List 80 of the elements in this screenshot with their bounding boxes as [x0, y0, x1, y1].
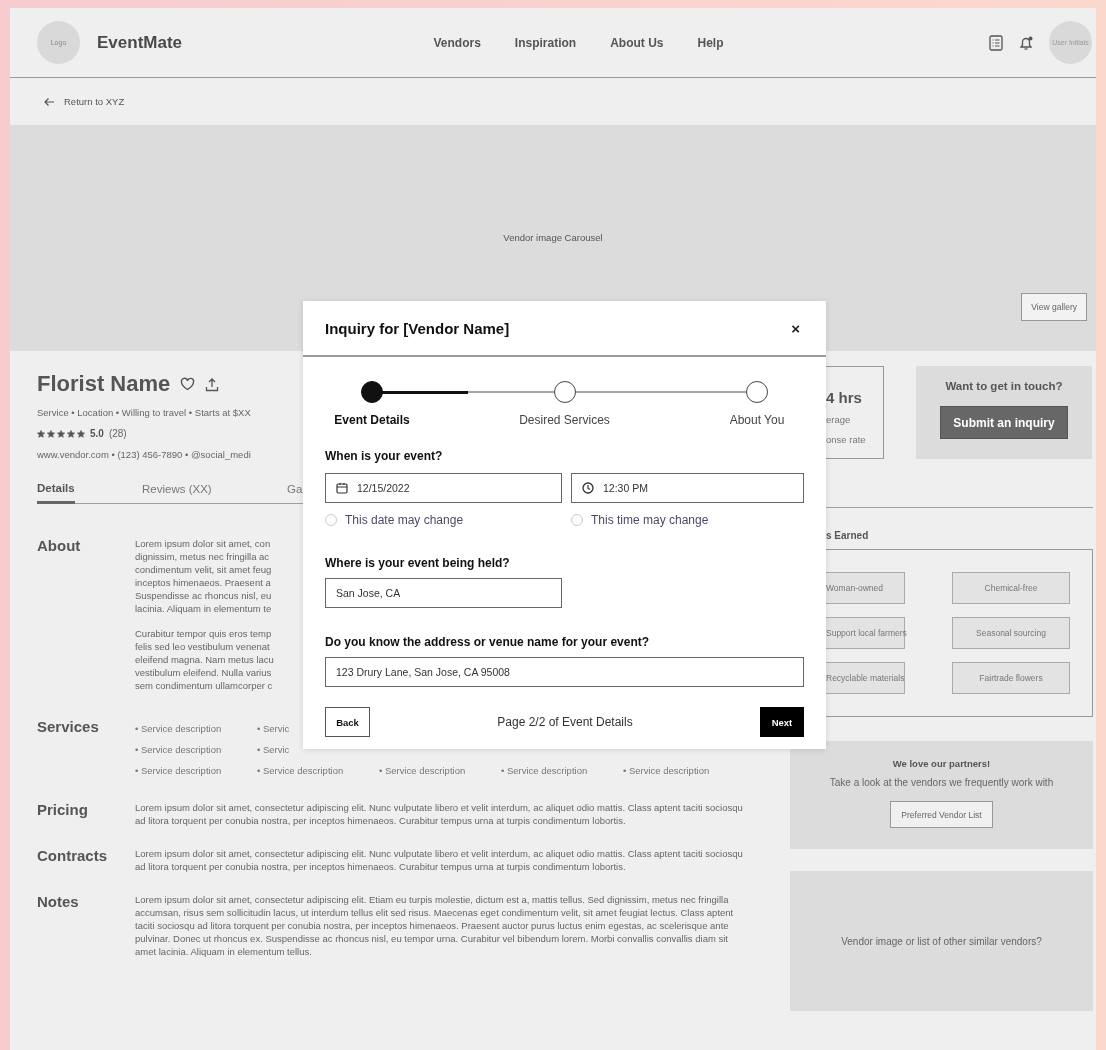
nav-link[interactable]: Help	[697, 35, 724, 50]
nav-link[interactable]: About Us	[610, 35, 664, 50]
badge: Recyclable materials	[826, 662, 905, 694]
service-item: • Servic	[257, 722, 290, 734]
tab[interactable]: Reviews (XX)	[142, 482, 212, 503]
radio-label: This date may change	[345, 513, 464, 527]
question-label: Where is your event being held?	[325, 556, 511, 570]
card-text: Take a look at the vendors we frequently work with	[829, 777, 1054, 788]
star-icon	[47, 429, 55, 438]
service-item: • Servic	[257, 743, 290, 755]
star-icon	[37, 429, 45, 438]
badge: Woman-owned	[826, 572, 905, 604]
rating-value: 5.0	[90, 428, 104, 439]
placeholder-text: Vendor image or list of other similar vendors?	[841, 935, 1042, 947]
section-title: About	[37, 536, 82, 554]
nav-link[interactable]: Vendors	[433, 35, 481, 50]
section-title: Pricing	[37, 800, 89, 818]
calendar-icon	[336, 482, 348, 494]
service-item: • Service description	[135, 722, 222, 734]
clock-icon	[582, 482, 594, 494]
back-link[interactable]: Return to XYZ	[64, 96, 125, 107]
time-field[interactable]: 12:30 PM	[571, 473, 804, 503]
share-icon[interactable]	[205, 376, 220, 392]
section-text: Lorem ipsum dolor sit amet, consectetur adipiscing elit. Nunc vulputate libero et velit interdum, ac aliquet odio mattis. Class aptent taciti sociosqu ad litora torquent per conubia nostra, per inceptos himenaeos. Curabitur tempus urna at turpis condimentum lobortis.	[135, 846, 743, 873]
heart-icon[interactable]	[180, 377, 196, 391]
tab[interactable]: Details	[37, 482, 75, 504]
view-gallery-button[interactable]: View gallery	[1021, 293, 1087, 321]
badges-title: s Earned	[826, 530, 870, 541]
service-item: • Service description	[501, 764, 588, 776]
vendor-contact: www.vendor.com • (123) 456-7890 • @social_medi	[37, 449, 251, 460]
section-text: Lorem ipsum dolor sit amet, consectetur adipiscing elit. Nunc vulputate libero et velit interdum, ac aliquet odio mattis. Class aptent taciti sociosqu ad litora torquent per conubia nostra, per inceptos himenaeos. Curabitur tempus urna at turpis condimentum lobortis.	[135, 800, 743, 827]
carousel-label: Vendor image Carousel	[503, 231, 603, 243]
close-button[interactable]: ×	[787, 319, 804, 337]
date-field[interactable]: 12/15/2022	[325, 473, 562, 503]
paragraph: Lorem ipsum dolor sit amet, con dignissim, metus nec fringilla ac condimentum velit, sit amet feug inceptos himenaeos. Praesent a Suspendisse ac rhoncus nisl, eu lacinia. Aliquam in elementum te	[135, 536, 272, 615]
question-label: When is your event?	[325, 449, 444, 463]
service-item: • Service description	[135, 743, 222, 755]
page-indicator: Page 2/2 of Event Details	[497, 715, 633, 729]
vendor-name: Florist Name	[37, 371, 171, 397]
checklist-icon[interactable]	[989, 34, 1003, 51]
radio-label: This time may change	[591, 513, 709, 527]
section-title: Services	[37, 717, 100, 735]
nav-link[interactable]: Inspiration	[514, 35, 577, 50]
service-item: • Service description	[379, 764, 466, 776]
tab[interactable]: Ga	[287, 482, 303, 503]
badge: Chemical-free	[952, 572, 1070, 604]
vendor-meta: Service • Location • Willing to travel • Starts at $XX	[37, 407, 251, 418]
star-icon	[67, 429, 75, 438]
brand-name: EventMate	[97, 32, 183, 53]
service-item: • Service description	[257, 764, 344, 776]
submit-inquiry-button[interactable]: Submit an inquiry	[940, 406, 1068, 439]
star-icon	[57, 429, 65, 438]
bell-icon[interactable]	[1018, 34, 1034, 51]
back-button[interactable]: Back	[325, 707, 370, 737]
review-count: (28)	[108, 428, 127, 439]
response-time: 4 hrs	[826, 389, 863, 406]
badge: Seasonal sourcing	[952, 617, 1070, 649]
section-title: Notes	[37, 892, 80, 910]
preferred-vendor-button[interactable]: Preferred Vendor List	[890, 801, 993, 828]
card-title: We love our partners!	[892, 758, 991, 769]
step-label: Event Details	[334, 413, 410, 427]
response-caption: onse rate	[826, 433, 867, 446]
section-text: Lorem ipsum dolor sit amet, consectetur adipiscing elit. Etiam eu turpis molestie, dictum est a, mattis tellus. Sed dignissim, metus nec fringilla accumsan, risus sem sollicitudin lacus, ut interdum tellus elit sed risus. Maecenas eget condimentum velit, sit amet feugiat lectus. Class aptent taciti sociosqu ad litora torquent per conubia nostra, per inceptos himenaeos. Praesent auctor purus luctus enim egestas, ac scelerisque ante pulvinar. Donec ut rhoncus ex. Suspendisse ac rhoncus nisl, eu tempor urna. Curabitur vel bibendum lorem. Morbi convallis convallis diam sit amet lacinia. Aliquam in elementum tellus.	[135, 892, 735, 958]
location-field[interactable]: San Jose, CA	[325, 578, 562, 608]
response-caption: erage	[826, 413, 852, 426]
paragraph: Curabitur tempor quis eros temp felis sed leo vestibulum venenat eleifend magna. Nam metus lacu vestibulum eleifend. Nulla varius sem condimentum ullamcorper c	[135, 626, 274, 692]
step-label: About You	[729, 413, 785, 427]
service-item: • Service description	[623, 764, 710, 776]
section-title: Contracts	[37, 846, 108, 864]
badge: Support local farmers	[826, 617, 905, 649]
venue-field[interactable]: 123 Drury Lane, San Jose, CA 95008	[325, 657, 804, 687]
question-label: Do you know the address or venue name for your event?	[325, 635, 651, 649]
step-label: Desired Services	[519, 413, 610, 427]
card-title: Want to get in touch?	[945, 380, 1063, 392]
star-icon	[77, 429, 85, 438]
dialog-title: Inquiry for [Vendor Name]	[325, 319, 510, 337]
badge: Fairtrade flowers	[952, 662, 1070, 694]
service-item: • Service description	[135, 764, 222, 776]
next-button[interactable]: Next	[760, 707, 804, 737]
back-arrow-icon[interactable]	[43, 96, 55, 107]
